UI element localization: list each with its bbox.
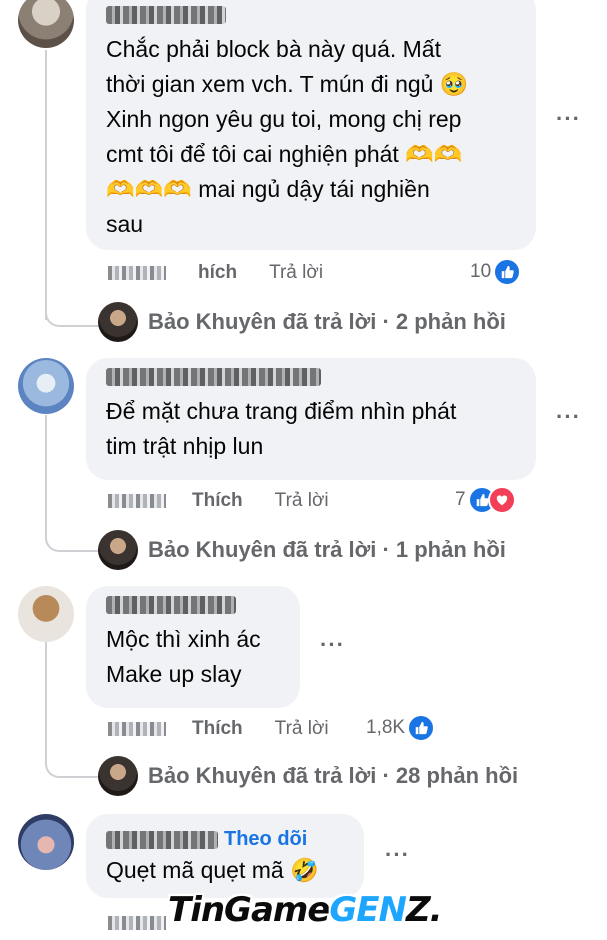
commenter-name[interactable] [106,830,218,849]
thread-branch [45,742,102,778]
reaction-count: 7 [455,489,466,510]
more-options-button[interactable]: ··· [556,106,581,132]
replier-avatar [98,302,138,342]
comment-text: Để mặt chưa trang điểm nhìn phát tim trậ… [106,398,457,459]
thread-line [45,50,47,320]
reply-button[interactable]: Trả lời [269,262,323,284]
more-options-button[interactable]: ··· [556,404,581,430]
site-watermark: TinGameGENZ. [168,890,443,930]
avatar[interactable] [18,586,74,642]
replies-summary: Bảo Khuyên đã trả lời · 2 phản hồi [148,309,506,334]
comment-bubble: Theo dõi Quẹt mã quẹt mã 🤣 [86,814,364,898]
thread-line [45,642,47,742]
like-button[interactable]: Thích [192,490,243,512]
reaction-summary[interactable]: 1,8K [366,714,436,742]
timestamp [108,266,166,280]
commenter-name[interactable] [106,368,321,386]
thread-line [45,415,47,515]
reaction-summary[interactable]: 7 [455,486,516,514]
like-button[interactable]: hích [198,262,237,284]
comment-actions: Thích Trả lời [108,718,329,740]
more-options-button[interactable]: ··· [320,632,345,658]
avatar[interactable] [18,358,74,414]
comment-bubble: Để mặt chưa trang điểm nhìn phát tim trậ… [86,358,536,480]
view-replies-link[interactable]: Bảo Khuyên đã trả lời · 28 phản hồi [98,756,518,796]
timestamp [108,722,166,736]
reply-button[interactable]: Trả lời [275,490,329,512]
replies-summary: Bảo Khuyên đã trả lời · 28 phản hồi [148,763,519,788]
thread-branch [45,515,102,552]
reaction-summary[interactable]: 10 [470,258,522,286]
avatar[interactable] [18,0,74,48]
replier-avatar [98,756,138,796]
follow-button[interactable]: Theo dõi [224,828,307,851]
comment-actions: hích Trả lời [108,262,323,284]
like-reaction-icon [493,258,522,286]
view-replies-link[interactable]: Bảo Khuyên đã trả lời · 1 phản hồi [98,530,506,570]
view-replies-link[interactable]: Bảo Khuyên đã trả lời · 2 phản hồi [98,302,506,342]
comment-text: Mộc thì xinh ác Make up slay [106,626,261,687]
timestamp [108,494,166,508]
like-button[interactable]: Thích [192,718,243,740]
thread-branch [45,290,102,327]
comment-actions: Thích Trả lời [108,490,329,512]
love-reaction-icon [487,486,516,514]
comment-bubble: Chắc phải block bà này quá. Mất thời gia… [86,0,536,250]
reply-button[interactable]: Trả lời [275,718,329,740]
commenter-name[interactable] [106,6,226,24]
more-options-button[interactable]: ··· [385,842,410,868]
comment-text: Quẹt mã quẹt mã 🤣 [106,857,319,883]
replies-summary: Bảo Khuyên đã trả lời · 1 phản hồi [148,537,506,562]
avatar[interactable] [18,814,74,870]
like-reaction-icon [407,714,436,742]
comment-bubble: Mộc thì xinh ác Make up slay [86,586,300,708]
replier-avatar [98,530,138,570]
comment-text: Chắc phải block bà này quá. Mất thời gia… [106,36,469,237]
commenter-name[interactable] [106,596,236,614]
timestamp [108,916,166,930]
reaction-count: 1,8K [366,717,406,738]
reaction-count: 10 [470,261,492,282]
